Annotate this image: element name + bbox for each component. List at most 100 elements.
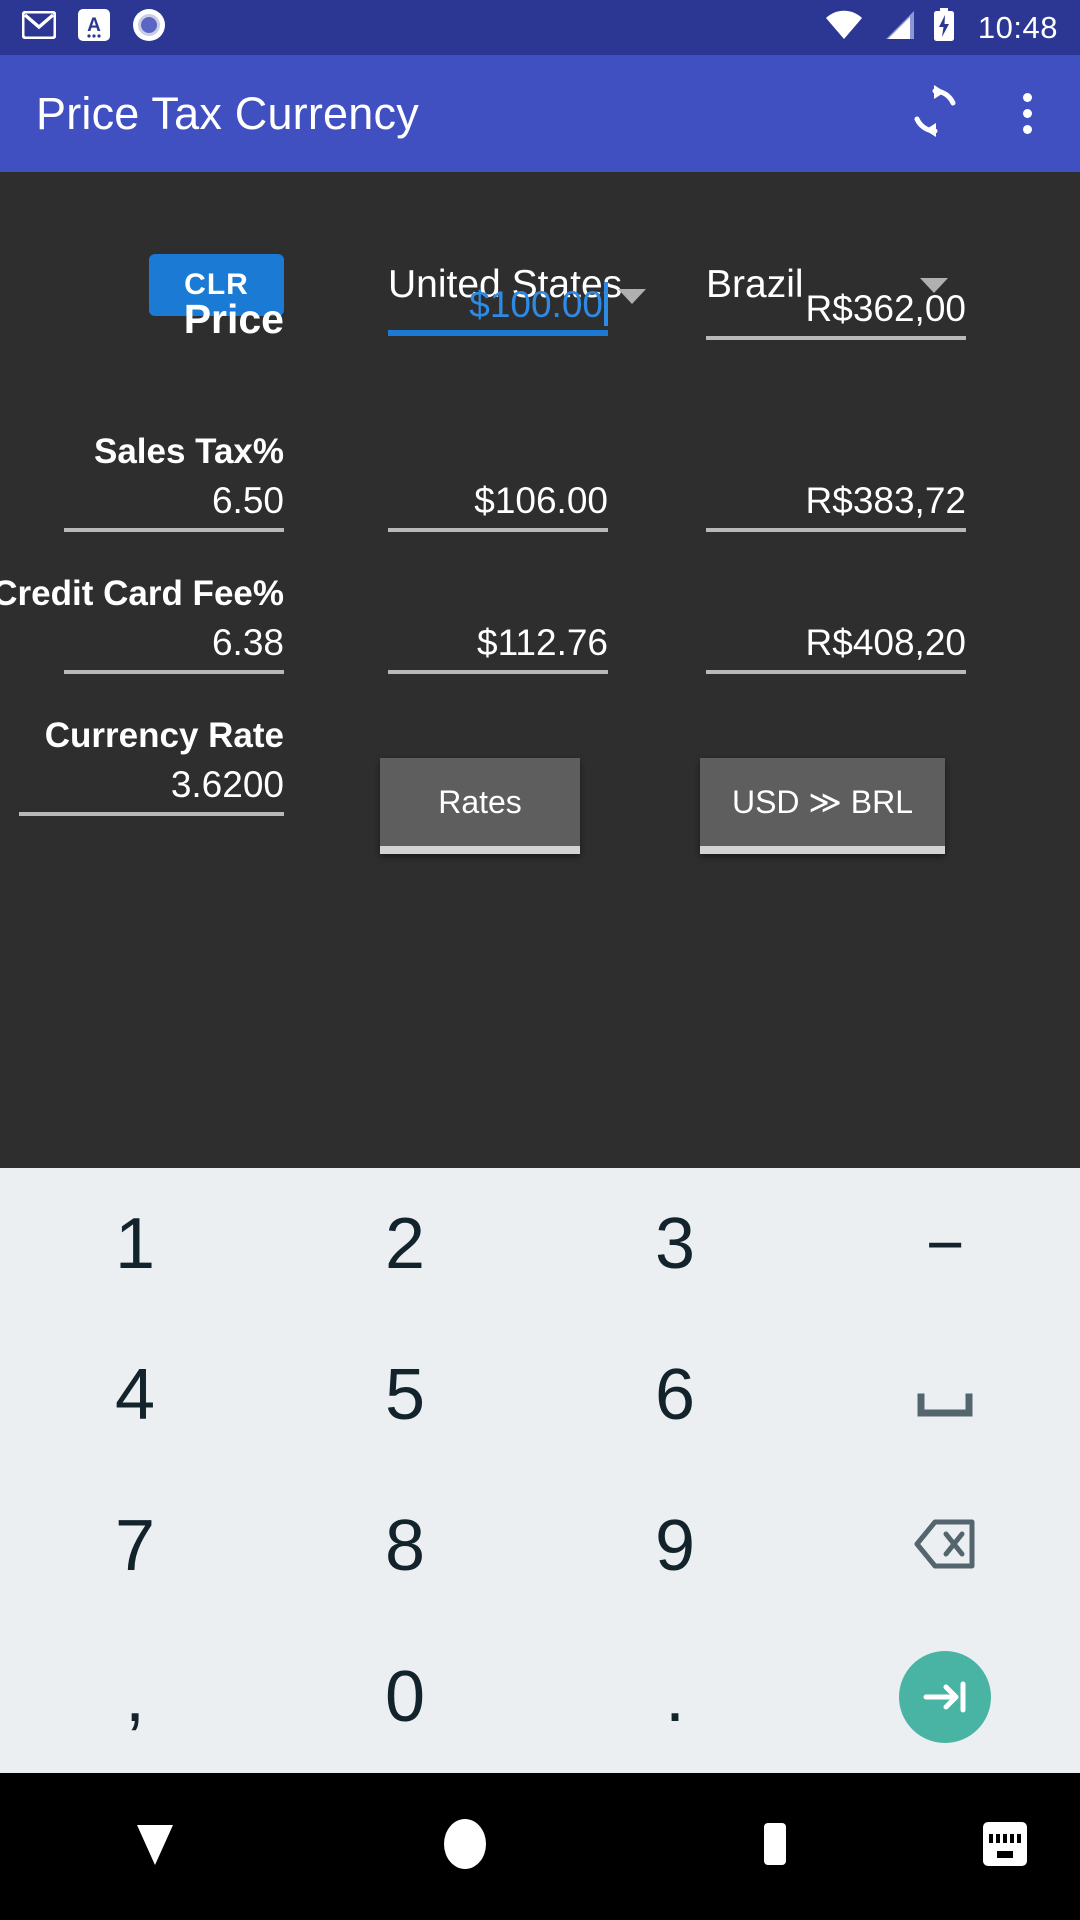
keyboard-row-4: , 0 .: [0, 1621, 1080, 1772]
credit-card-fee-caption: Credit Card Fee%: [0, 574, 284, 613]
key-7[interactable]: 7: [0, 1470, 270, 1621]
keyboard-row-3: 7 8 9: [0, 1470, 1080, 1621]
price-row: Price $100.00 R$362,00: [0, 282, 1080, 438]
currency-rate-input[interactable]: 3.6200: [19, 764, 284, 816]
currency-rate-row: Currency Rate 3.6200 Rates USD ≫ BRL: [0, 716, 1080, 866]
wifi-icon: [824, 10, 864, 45]
nav-keyboard-toggle[interactable]: [930, 1818, 1080, 1875]
convert-button-cell: USD ≫ BRL: [670, 716, 1020, 866]
credit-card-fee-total-usd-value: $112.76: [477, 622, 608, 663]
price-input-usd[interactable]: $100.00: [388, 282, 608, 336]
app-bar: Price Tax Currency: [0, 55, 1080, 172]
space-key-icon: [917, 1354, 973, 1436]
key-8[interactable]: 8: [270, 1470, 540, 1621]
nav-home-button[interactable]: [310, 1816, 620, 1877]
key-space[interactable]: [810, 1319, 1080, 1470]
svg-text:A: A: [87, 15, 101, 36]
header-row: CLR United States Brazil: [0, 204, 1080, 316]
key-6[interactable]: 6: [540, 1319, 810, 1470]
sales-tax-value-a-cell: $106.00: [340, 432, 670, 582]
key-backspace[interactable]: [810, 1470, 1080, 1621]
sales-tax-total-usd-value: $106.00: [474, 480, 608, 521]
currency-convert-button[interactable]: USD ≫ BRL: [700, 758, 945, 854]
price-input-usd-value: $100.00: [469, 284, 603, 325]
credit-card-fee-label-cell: Credit Card Fee% 6.38: [0, 574, 340, 724]
recents-square-icon: [753, 1819, 797, 1874]
field-underline: [706, 336, 966, 340]
status-notification-icons: A: [21, 8, 166, 47]
key-4[interactable]: 4: [0, 1319, 270, 1470]
rates-button-cell: Rates: [340, 716, 670, 866]
key-comma[interactable]: ,: [0, 1621, 270, 1772]
sales-tax-caption: Sales Tax%: [93, 432, 284, 471]
key-9[interactable]: 9: [540, 1470, 810, 1621]
rates-button[interactable]: Rates: [380, 758, 580, 854]
app-a-icon: A: [78, 9, 110, 46]
price-label-cell: Price: [0, 288, 340, 438]
numeric-keyboard: 1 2 3 − 4 5 6 7 8 9 , 0 .: [0, 1168, 1080, 1773]
sales-tax-row: Sales Tax% 6.50 $106.00 R$383,72: [0, 432, 1080, 582]
status-bar: A 10:48: [0, 0, 1080, 55]
price-value-a-cell: $100.00: [340, 282, 670, 438]
key-2[interactable]: 2: [270, 1168, 540, 1319]
price-input-brl-value: R$362,00: [805, 288, 966, 329]
sales-tax-total-brl-value: R$383,72: [805, 480, 966, 521]
field-underline: [388, 670, 608, 674]
keyboard-row-2: 4 5 6: [0, 1319, 1080, 1470]
keyboard-row-1: 1 2 3 −: [0, 1168, 1080, 1319]
price-caption: Price: [183, 296, 284, 342]
credit-card-fee-value-a-cell: $112.76: [340, 574, 670, 724]
credit-card-fee-rate-input[interactable]: 6.38: [64, 622, 284, 674]
system-navigation-bar: [0, 1773, 1080, 1920]
gmail-icon: [21, 10, 57, 44]
field-underline: [64, 670, 284, 674]
record-circle-icon: [132, 8, 166, 47]
text-cursor: [604, 282, 608, 326]
key-period[interactable]: .: [540, 1621, 810, 1772]
page-title: Price Tax Currency: [36, 87, 419, 139]
backspace-icon: [914, 1505, 976, 1587]
calculator-panel: CLR United States Brazil Price $100.00 R…: [0, 172, 1080, 1168]
sales-tax-rate-value: 6.50: [211, 480, 284, 521]
currency-rate-caption: Currency Rate: [44, 716, 284, 755]
nav-recents-button[interactable]: [620, 1819, 930, 1874]
back-arrow-icon: [128, 1819, 182, 1874]
currency-rate-label-cell: Currency Rate 3.6200: [0, 716, 340, 866]
refresh-icon[interactable]: [907, 83, 963, 144]
price-input-brl[interactable]: R$362,00: [706, 288, 966, 340]
sales-tax-rate-input[interactable]: 6.50: [64, 480, 284, 532]
sales-tax-value-b-cell: R$383,72: [670, 432, 1020, 582]
phone-screen: A 10:48 Price Tax Currency CLR United St…: [0, 0, 1080, 1920]
field-underline: [19, 812, 284, 816]
key-0[interactable]: 0: [270, 1621, 540, 1772]
status-clock: 10:48: [977, 9, 1058, 45]
field-underline: [388, 330, 608, 336]
field-underline: [706, 528, 966, 532]
battery-charging-icon: [932, 8, 956, 47]
keyboard-toggle-icon: [979, 1818, 1031, 1875]
overflow-menu-icon[interactable]: [1011, 93, 1044, 134]
price-value-b-cell: R$362,00: [670, 288, 1020, 438]
nav-back-button[interactable]: [0, 1819, 310, 1874]
currency-rate-value: 3.6200: [170, 764, 284, 805]
field-underline: [64, 528, 284, 532]
cell-signal-icon: [880, 10, 916, 45]
key-1[interactable]: 1: [0, 1168, 270, 1319]
status-system-icons: 10:48: [824, 8, 1058, 47]
sales-tax-total-brl[interactable]: R$383,72: [706, 480, 966, 532]
key-minus[interactable]: −: [810, 1168, 1080, 1319]
app-bar-actions: [907, 83, 1044, 144]
sales-tax-total-usd[interactable]: $106.00: [388, 480, 608, 532]
sales-tax-label-cell: Sales Tax% 6.50: [0, 432, 340, 582]
key-next-field[interactable]: [810, 1621, 1080, 1772]
credit-card-fee-total-usd[interactable]: $112.76: [388, 622, 608, 674]
credit-card-fee-rate-value: 6.38: [211, 622, 284, 663]
key-5[interactable]: 5: [270, 1319, 540, 1470]
field-underline: [388, 528, 608, 532]
credit-card-fee-row: Credit Card Fee% 6.38 $112.76 R$408,20: [0, 574, 1080, 724]
credit-card-fee-total-brl-value: R$408,20: [805, 622, 966, 663]
home-circle-icon: [440, 1816, 490, 1877]
credit-card-fee-total-brl[interactable]: R$408,20: [706, 622, 966, 674]
credit-card-fee-value-b-cell: R$408,20: [670, 574, 1020, 724]
key-3[interactable]: 3: [540, 1168, 810, 1319]
